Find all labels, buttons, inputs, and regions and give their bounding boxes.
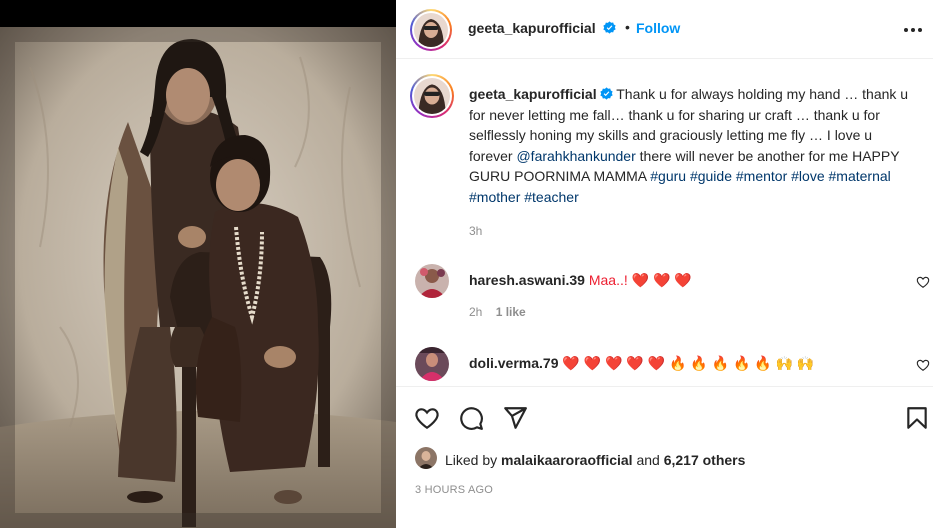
post-detail-panel: geeta_kapurofficial • Follow geeta_kapur…: [396, 0, 933, 528]
post-actions: Liked by malaikaaroraofficial and 6,217 …: [396, 386, 933, 524]
post-photo: [0, 27, 396, 528]
comment-text: Maa..! ❤️ ❤️ ❤️: [588, 272, 692, 288]
hashtag-link-guru[interactable]: #guru: [650, 168, 686, 184]
liked-by-user-link[interactable]: malaikaaroraofficial: [501, 452, 633, 468]
author-username-row[interactable]: geeta_kapurofficial: [468, 20, 616, 36]
commenter-avatar[interactable]: [415, 264, 449, 298]
author-username[interactable]: geeta_kapurofficial: [468, 20, 596, 36]
verified-badge-icon: [602, 21, 616, 34]
bookmark-icon[interactable]: [904, 405, 930, 431]
commenter-username[interactable]: doli.verma.79: [469, 355, 559, 371]
comment-like-heart-icon[interactable]: [916, 275, 930, 289]
comment-text-row: doli.verma.79 ❤️ ❤️ ❤️ ❤️ ❤️ 🔥 🔥 🔥 🔥 🔥 🙌…: [469, 355, 814, 372]
comment-meta: 2h 1 like: [469, 305, 526, 319]
more-horizontal-icon[interactable]: [902, 22, 924, 38]
comment: doli.verma.79 ❤️ ❤️ ❤️ ❤️ ❤️ 🔥 🔥 🔥 🔥 🔥 🙌…: [396, 347, 933, 383]
author-avatar[interactable]: [410, 9, 452, 51]
post-header: geeta_kapurofficial • Follow: [396, 0, 933, 59]
comment: haresh.aswani.39 Maa..! ❤️ ❤️ ❤️ 2h 1 li…: [396, 264, 933, 324]
caption-author-avatar[interactable]: [410, 74, 454, 118]
commenter-username[interactable]: haresh.aswani.39: [469, 272, 585, 288]
verified-badge-icon: [599, 87, 613, 100]
header-separator: •: [625, 19, 630, 35]
follow-button[interactable]: Follow: [636, 20, 680, 36]
hashtag-link-mentor[interactable]: #mentor: [736, 168, 787, 184]
commenter-avatar[interactable]: [415, 347, 449, 381]
comment-icon[interactable]: [458, 405, 484, 431]
caption-username[interactable]: geeta_kapurofficial: [469, 86, 597, 102]
liked-by-and: and: [636, 452, 660, 468]
heart-icon[interactable]: [414, 405, 440, 431]
liked-by-text: Liked by malaikaaroraofficial and 6,217 …: [445, 452, 745, 468]
caption-mention-link[interactable]: @farahkhankunder: [516, 148, 635, 164]
comment-text: ❤️ ❤️ ❤️ ❤️ ❤️ 🔥 🔥 🔥 🔥 🔥 🙌 🙌: [562, 355, 815, 371]
hashtag-link-love[interactable]: #love: [791, 168, 824, 184]
share-icon[interactable]: [502, 405, 528, 431]
comment-likes[interactable]: 1 like: [496, 305, 526, 319]
comment-timestamp[interactable]: 2h: [469, 305, 482, 319]
comment-text-row: haresh.aswani.39 Maa..! ❤️ ❤️ ❤️: [469, 272, 692, 289]
hashtag-link-teacher[interactable]: #teacher: [524, 189, 578, 205]
post-media: [0, 0, 396, 528]
post-caption: geeta_kapurofficial Thank u for always h…: [469, 84, 909, 208]
hashtag-link-maternal[interactable]: #maternal: [829, 168, 891, 184]
comment-like-heart-icon[interactable]: [916, 358, 930, 372]
hashtag-link-guide[interactable]: #guide: [690, 168, 732, 184]
liked-by-prefix: Liked by: [445, 452, 498, 468]
post-timestamp[interactable]: 3 HOURS AGO: [415, 484, 493, 496]
liked-by-avatar[interactable]: [415, 447, 437, 469]
caption-timestamp[interactable]: 3h: [469, 224, 482, 238]
likes-count-link[interactable]: 6,217 others: [664, 452, 746, 468]
hashtag-link-mother[interactable]: #mother: [469, 189, 520, 205]
